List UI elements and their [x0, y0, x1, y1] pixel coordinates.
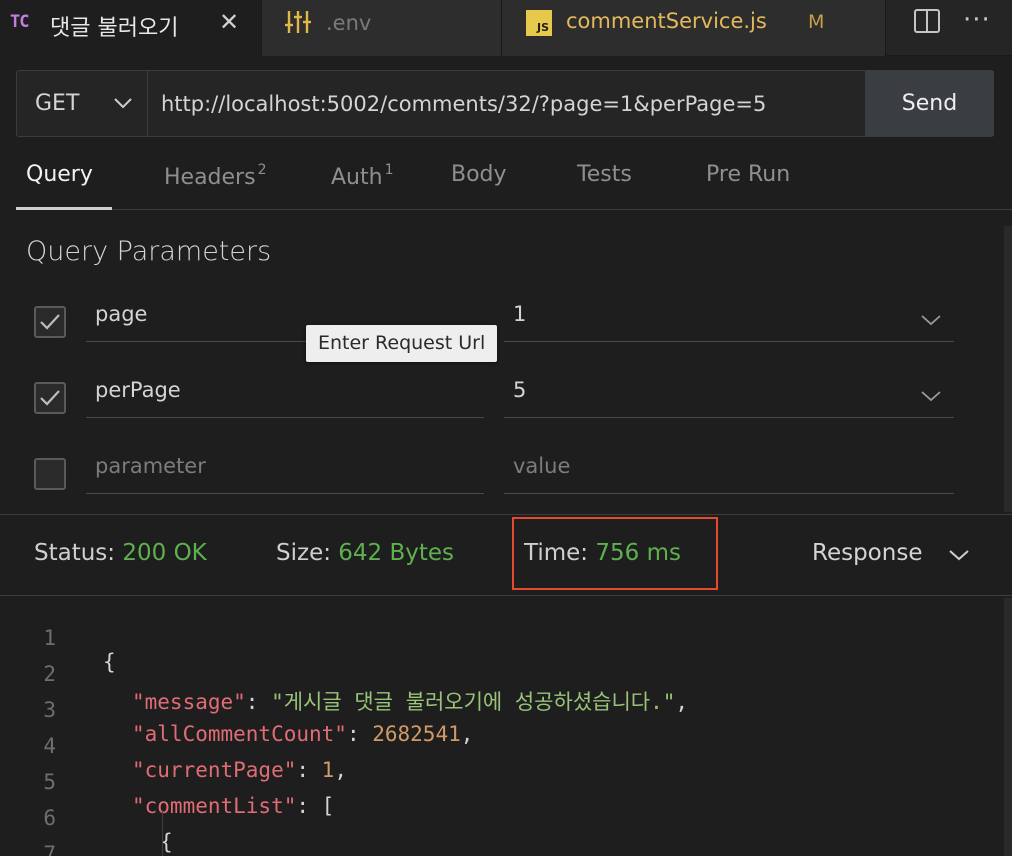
tab-label: Query: [26, 162, 93, 187]
tab-label: Headers: [164, 165, 256, 190]
line-number: 7: [43, 842, 56, 856]
code-line: 2 "message": "게시글 댓글 불러오기에 성공하셨습니다.",: [0, 638, 1012, 714]
query-parameters-title: Query Parameters: [26, 236, 272, 267]
status-value: 200 OK: [122, 540, 207, 566]
code-line: 1 {: [0, 602, 1012, 674]
checkmark-icon: [40, 390, 60, 406]
tab-title: .env: [326, 11, 372, 35]
status-info: Status: 200 OK: [34, 540, 207, 566]
param-enabled-checkbox[interactable]: [34, 458, 66, 490]
url-tooltip: Enter Request Url: [306, 325, 498, 362]
tab-pre-run[interactable]: Pre Run: [706, 162, 790, 187]
code-line: 4 "currentPage": 1,: [0, 710, 1012, 782]
chevron-down-icon[interactable]: [948, 548, 970, 562]
chevron-down-icon[interactable]: [920, 389, 942, 403]
send-button[interactable]: Send: [865, 71, 994, 136]
tab-badge: 1: [384, 162, 394, 178]
tab-title: commentService.js: [566, 9, 767, 33]
chevron-down-icon[interactable]: [920, 313, 942, 327]
response-status-bar: Status: 200 OK Size: 642 Bytes Time: 756…: [0, 514, 1012, 596]
tab-label: Pre Run: [706, 162, 791, 187]
tab-body[interactable]: Body: [451, 162, 507, 187]
time-info: Time: 756 ms: [524, 540, 681, 566]
tab-badge: 2: [257, 162, 267, 178]
indent-guide: [162, 810, 163, 856]
active-tab-underline: [16, 207, 112, 210]
status-label: Status:: [34, 540, 116, 566]
code-line: 7 "commentId": 4382547,: [0, 818, 1012, 856]
more-actions-icon[interactable]: ···: [963, 5, 991, 35]
tab-env-file[interactable]: .env: [262, 0, 502, 56]
settings-sliders-icon: [285, 11, 311, 33]
code-line: 3 "allCommentCount": 2682541,: [0, 674, 1012, 746]
tab-tests[interactable]: Tests: [577, 162, 632, 187]
http-method-label: GET: [35, 91, 80, 116]
modified-indicator: M: [808, 11, 825, 33]
close-icon[interactable]: ✕: [219, 8, 239, 36]
new-param-key-input[interactable]: parameter: [86, 450, 484, 494]
request-url-bar: GET Send: [16, 70, 994, 137]
size-value: 642 Bytes: [338, 540, 455, 566]
split-editor-icon[interactable]: [914, 9, 940, 33]
query-param-row: perPage 5: [0, 372, 1012, 432]
code-line: 5 "commentList": [: [0, 746, 1012, 818]
query-param-new-row: parameter value: [0, 448, 1012, 508]
size-label: Size:: [276, 540, 331, 566]
tab-auth[interactable]: Auth 1: [331, 162, 393, 190]
time-label: Time:: [524, 540, 589, 566]
param-key-input[interactable]: perPage: [86, 374, 484, 418]
tab-query[interactable]: Query: [26, 162, 93, 187]
request-url-input[interactable]: [149, 71, 863, 136]
param-enabled-checkbox[interactable]: [34, 382, 66, 414]
code-line: 6 {: [0, 782, 1012, 854]
http-method-select[interactable]: GET: [17, 71, 148, 136]
param-value-input[interactable]: 5: [504, 374, 954, 418]
tab-title: 댓글 불러오기: [50, 16, 179, 41]
new-param-value-input[interactable]: value: [504, 450, 954, 494]
tab-headers[interactable]: Headers 2: [164, 162, 267, 190]
tab-label: Tests: [577, 162, 632, 187]
response-body[interactable]: 1 { 2 "message": "게시글 댓글 불러오기에 성공하셨습니다."…: [0, 598, 1012, 856]
param-enabled-checkbox[interactable]: [34, 306, 66, 338]
size-info: Size: 642 Bytes: [276, 540, 454, 566]
tab-label: Auth: [331, 165, 383, 190]
checkmark-icon: [40, 314, 60, 330]
tab-comment-service-js[interactable]: JS commentService.js M: [502, 0, 886, 56]
query-param-row: page 1: [0, 296, 1012, 356]
request-tabs: Query Headers 2 Auth 1 Body Tests Pre Run: [16, 150, 1012, 210]
javascript-file-icon: JS: [526, 10, 552, 36]
time-value: 756 ms: [595, 540, 681, 566]
editor-tab-bar: TC 댓글 불러오기 ✕ .env JS commentService.js M…: [0, 0, 1012, 56]
thunder-client-icon: TC: [10, 12, 30, 32]
response-view-select[interactable]: Response: [812, 540, 922, 566]
tab-label: Body: [451, 162, 507, 187]
query-scrollbar[interactable]: [1004, 226, 1012, 512]
chevron-down-icon: [114, 98, 132, 109]
response-scrollbar[interactable]: [1004, 598, 1012, 856]
param-value-input[interactable]: 1: [504, 298, 954, 342]
tab-thunder-client-request[interactable]: TC 댓글 불러오기 ✕: [0, 0, 262, 56]
